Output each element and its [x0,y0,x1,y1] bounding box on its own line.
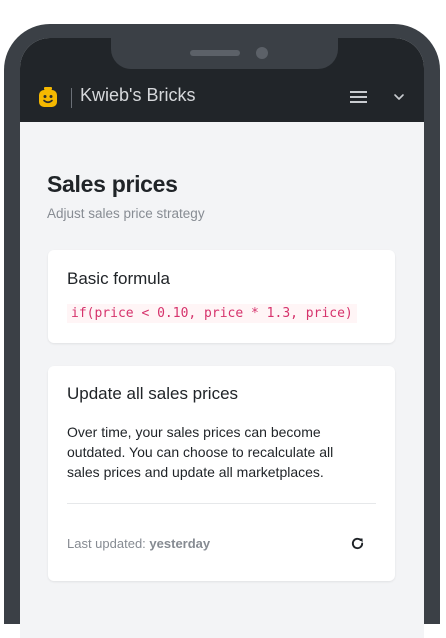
chevron-down-icon[interactable] [392,90,406,104]
page-title: Sales prices [47,171,178,197]
update-prices-description: Over time, your sales prices can become … [67,424,334,480]
last-updated-label: Last updated: [67,536,146,551]
last-updated-value: yesterday [149,536,211,551]
speaker-grille [190,50,240,56]
update-prices-title: Update all sales prices [67,384,239,403]
update-prices-card: Update all sales prices Over time, your … [48,366,395,581]
phone-notch [111,38,338,69]
lego-head-icon[interactable] [38,87,58,108]
last-updated-status: Last updated: yesterday [67,536,210,551]
basic-formula-card: Basic formula if(price < 0.10, price * 1… [48,250,395,343]
brand-divider [71,88,72,108]
formula-code: if(price < 0.10, price * 1.3, price) [67,304,357,323]
page-subtitle: Adjust sales price strategy [47,206,205,221]
front-camera [256,47,268,59]
phone-frame: Kwieb's Bricks Sales prices Adjust sales… [4,24,440,638]
basic-formula-title: Basic formula [67,269,170,288]
card-divider [67,503,376,504]
phone-screen: Kwieb's Bricks Sales prices Adjust sales… [20,38,424,638]
refresh-icon[interactable] [350,536,365,551]
brand-name[interactable]: Kwieb's Bricks [80,85,195,106]
hamburger-menu-icon[interactable] [350,90,368,104]
